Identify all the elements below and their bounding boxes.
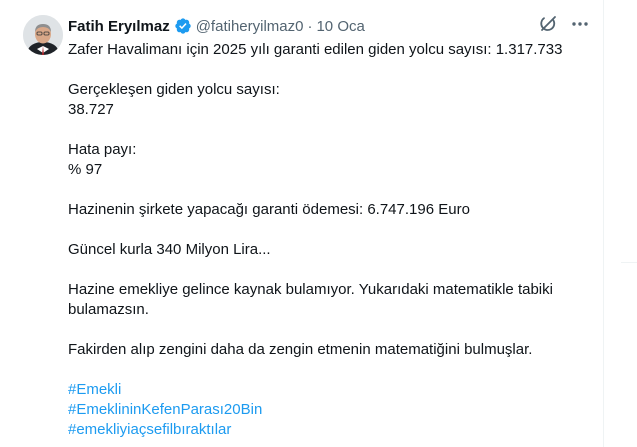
right-column	[605, 0, 637, 447]
grok-icon[interactable]	[537, 13, 559, 35]
more-icon[interactable]	[569, 13, 591, 35]
tweet-actions	[537, 13, 591, 35]
text-line: % 97	[68, 161, 103, 178]
text-line: Gerçekleşen giden yolcu sayısı:	[68, 81, 280, 98]
text-line: Zafer Havalimanı için 2025 yılı garanti …	[68, 41, 563, 58]
tweet-date[interactable]: 10 Oca	[316, 18, 364, 35]
tweet-page: Fatih Eryılmaz @fatiheryilmaz0 · 10 Oca	[0, 0, 637, 447]
separator-dot: ·	[307, 17, 313, 35]
hashtag-link[interactable]: #EmeklininKefenParası20Bin	[68, 400, 262, 420]
tweet-card[interactable]: Fatih Eryılmaz @fatiheryilmaz0 · 10 Oca	[0, 0, 604, 447]
text-line: Hazine emekliye gelince kaynak bulamıyor…	[68, 281, 553, 298]
text-line: Güncel kurla 340 Milyon Lira...	[68, 241, 271, 258]
hashtag-link[interactable]: #Emekli	[68, 380, 121, 400]
text-line: Fakirden alıp zengini daha da zengin etm…	[68, 341, 533, 358]
text-line: Hazinenin şirkete yapacağı garanti ödeme…	[68, 201, 470, 218]
text-line: Hata payı:	[68, 141, 137, 158]
text-line: bulamazsın.	[68, 301, 149, 318]
verified-badge-icon	[174, 17, 192, 35]
author-name[interactable]: Fatih Eryılmaz	[68, 18, 170, 35]
hashtag-link[interactable]: #emekliyiaçsefilbıraktılar	[68, 420, 231, 440]
tweet-header: Fatih Eryılmaz @fatiheryilmaz0 · 10 Oca	[68, 16, 365, 36]
author-handle[interactable]: @fatiheryilmaz0	[196, 18, 304, 35]
divider	[621, 262, 637, 263]
avatar-image	[23, 15, 63, 55]
text-line: 38.727	[68, 101, 114, 118]
avatar[interactable]	[23, 15, 63, 55]
